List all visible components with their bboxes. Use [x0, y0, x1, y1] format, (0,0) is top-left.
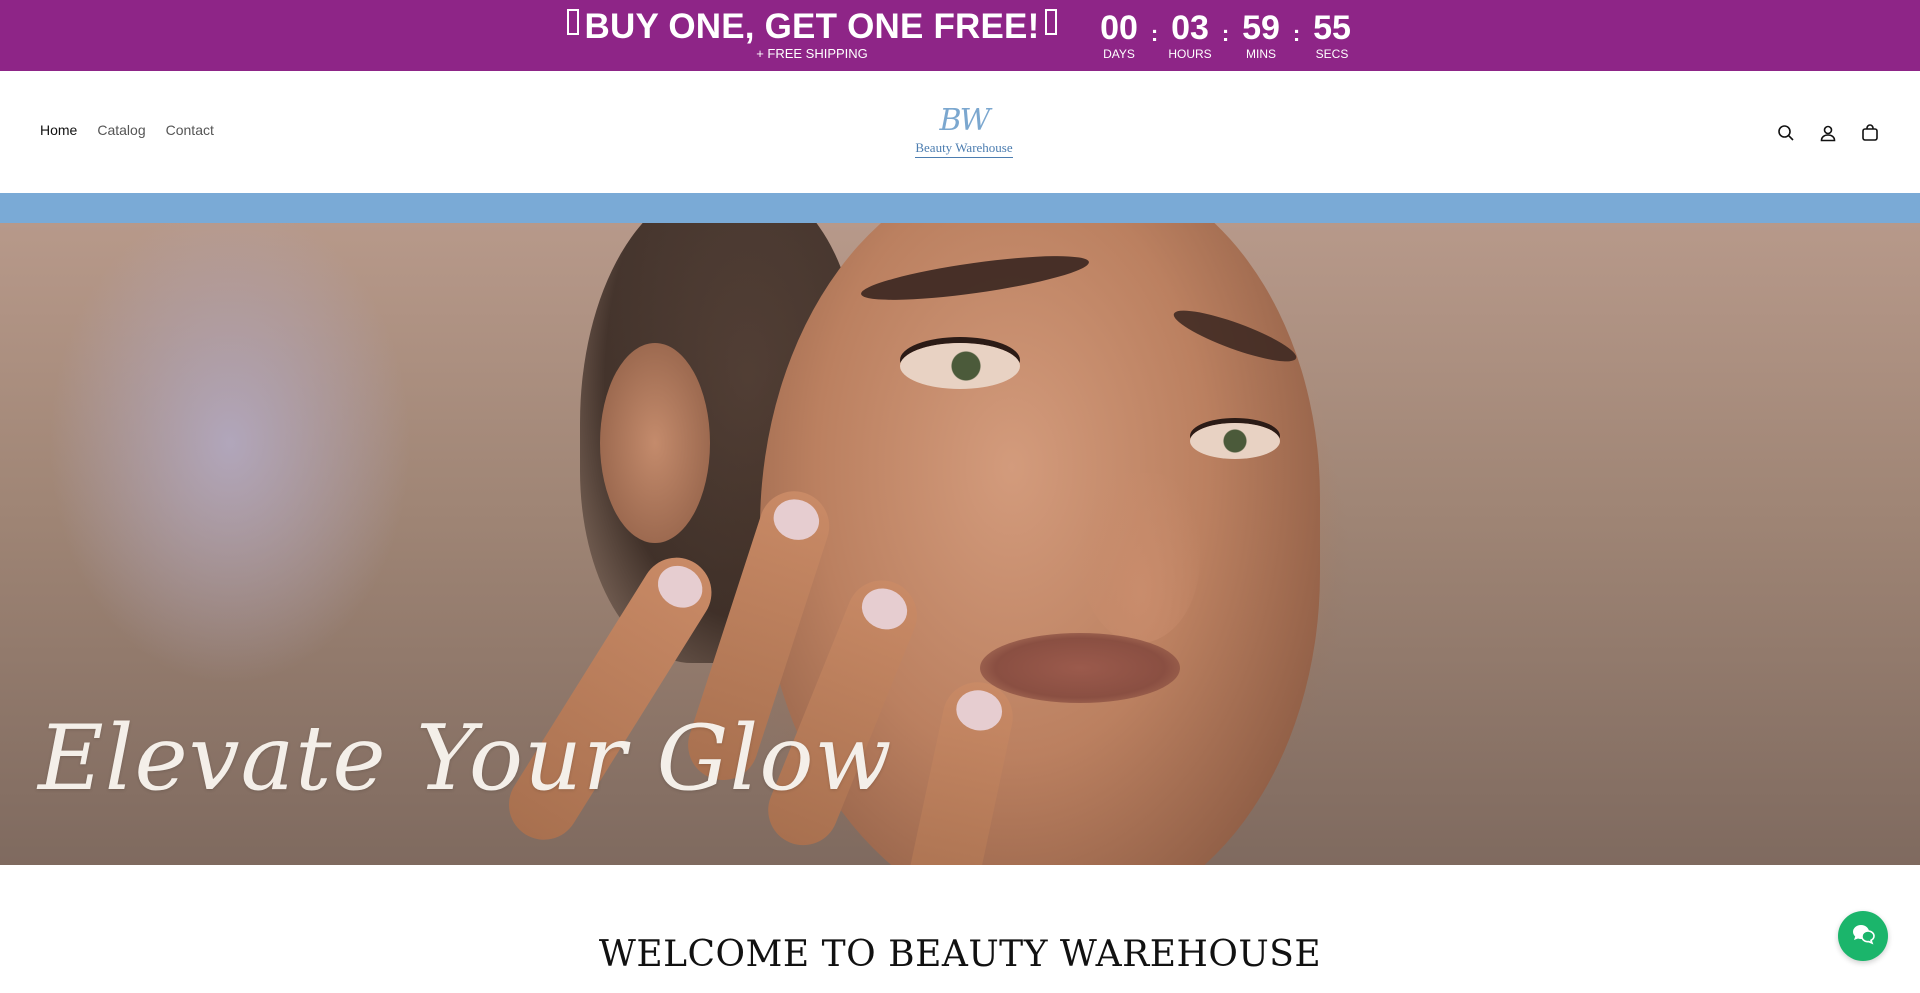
site-logo[interactable]: BW Beauty Warehouse: [912, 103, 1016, 165]
hero-image-nail: [768, 493, 825, 546]
hero-title: Elevate Your Glow: [38, 706, 893, 811]
chat-button[interactable]: [1838, 911, 1888, 961]
promo-bar: BUY ONE, GET ONE FREE! + FREE SHIPPING 0…: [0, 0, 1920, 71]
countdown-label: MINS: [1246, 47, 1276, 61]
hero-image-eye: [900, 343, 1020, 389]
countdown-separator: :: [1150, 21, 1159, 46]
account-icon[interactable]: [1818, 123, 1838, 143]
cart-icon[interactable]: [1860, 123, 1880, 143]
site-header: Home Catalog Contact BW Beauty Warehouse: [0, 71, 1920, 193]
hero-image-nail: [855, 581, 914, 637]
hero-image-nail: [952, 686, 1006, 735]
countdown-mins: 59 MINS: [1232, 8, 1290, 61]
countdown-secs: 55 SECS: [1303, 8, 1361, 61]
countdown-value: 03: [1171, 9, 1209, 47]
header-icons: [1776, 123, 1880, 143]
countdown-days: 00 DAYS: [1090, 8, 1148, 61]
countdown-separator: :: [1221, 21, 1230, 46]
promo-title-text: BUY ONE, GET ONE FREE!: [584, 7, 1040, 46]
countdown-hours: 03 HOURS: [1161, 8, 1219, 61]
countdown-value: 55: [1313, 9, 1351, 47]
nav-home[interactable]: Home: [40, 122, 77, 138]
hero-banner: Elevate Your Glow: [0, 223, 1920, 865]
announcement-strip: [0, 193, 1920, 223]
countdown-label: SECS: [1315, 47, 1349, 61]
logo-text: Beauty Warehouse: [915, 141, 1013, 158]
countdown-separator: :: [1292, 21, 1301, 46]
countdown-timer: 00 DAYS : 03 HOURS : 59 MINS : 55 SECS: [1090, 8, 1361, 61]
welcome-heading: WELCOME TO BEAUTY WAREHOUSE: [598, 934, 1322, 975]
promo-subtitle: + FREE SHIPPING: [756, 46, 868, 61]
missing-glyph-icon: [1045, 9, 1058, 35]
countdown-value: 59: [1242, 9, 1280, 47]
promo-title: BUY ONE, GET ONE FREE!: [556, 6, 1068, 48]
countdown-value: 00: [1100, 9, 1138, 47]
nav-contact[interactable]: Contact: [166, 122, 214, 138]
missing-glyph-icon: [566, 9, 579, 35]
hero-image-nose: [1080, 473, 1200, 643]
promo-message: BUY ONE, GET ONE FREE! + FREE SHIPPING: [556, 6, 1068, 61]
hero-image-nail: [650, 557, 711, 616]
countdown-label: DAYS: [1103, 47, 1135, 61]
logo-mark: BW: [939, 103, 991, 138]
countdown-label: HOURS: [1168, 47, 1212, 61]
chat-icon: [1849, 920, 1877, 953]
search-icon[interactable]: [1776, 123, 1796, 143]
main-nav: Home Catalog Contact: [40, 122, 214, 138]
hero-image-finger: [900, 675, 1020, 865]
hero-image-eye: [1190, 423, 1280, 459]
nav-catalog[interactable]: Catalog: [97, 122, 145, 138]
